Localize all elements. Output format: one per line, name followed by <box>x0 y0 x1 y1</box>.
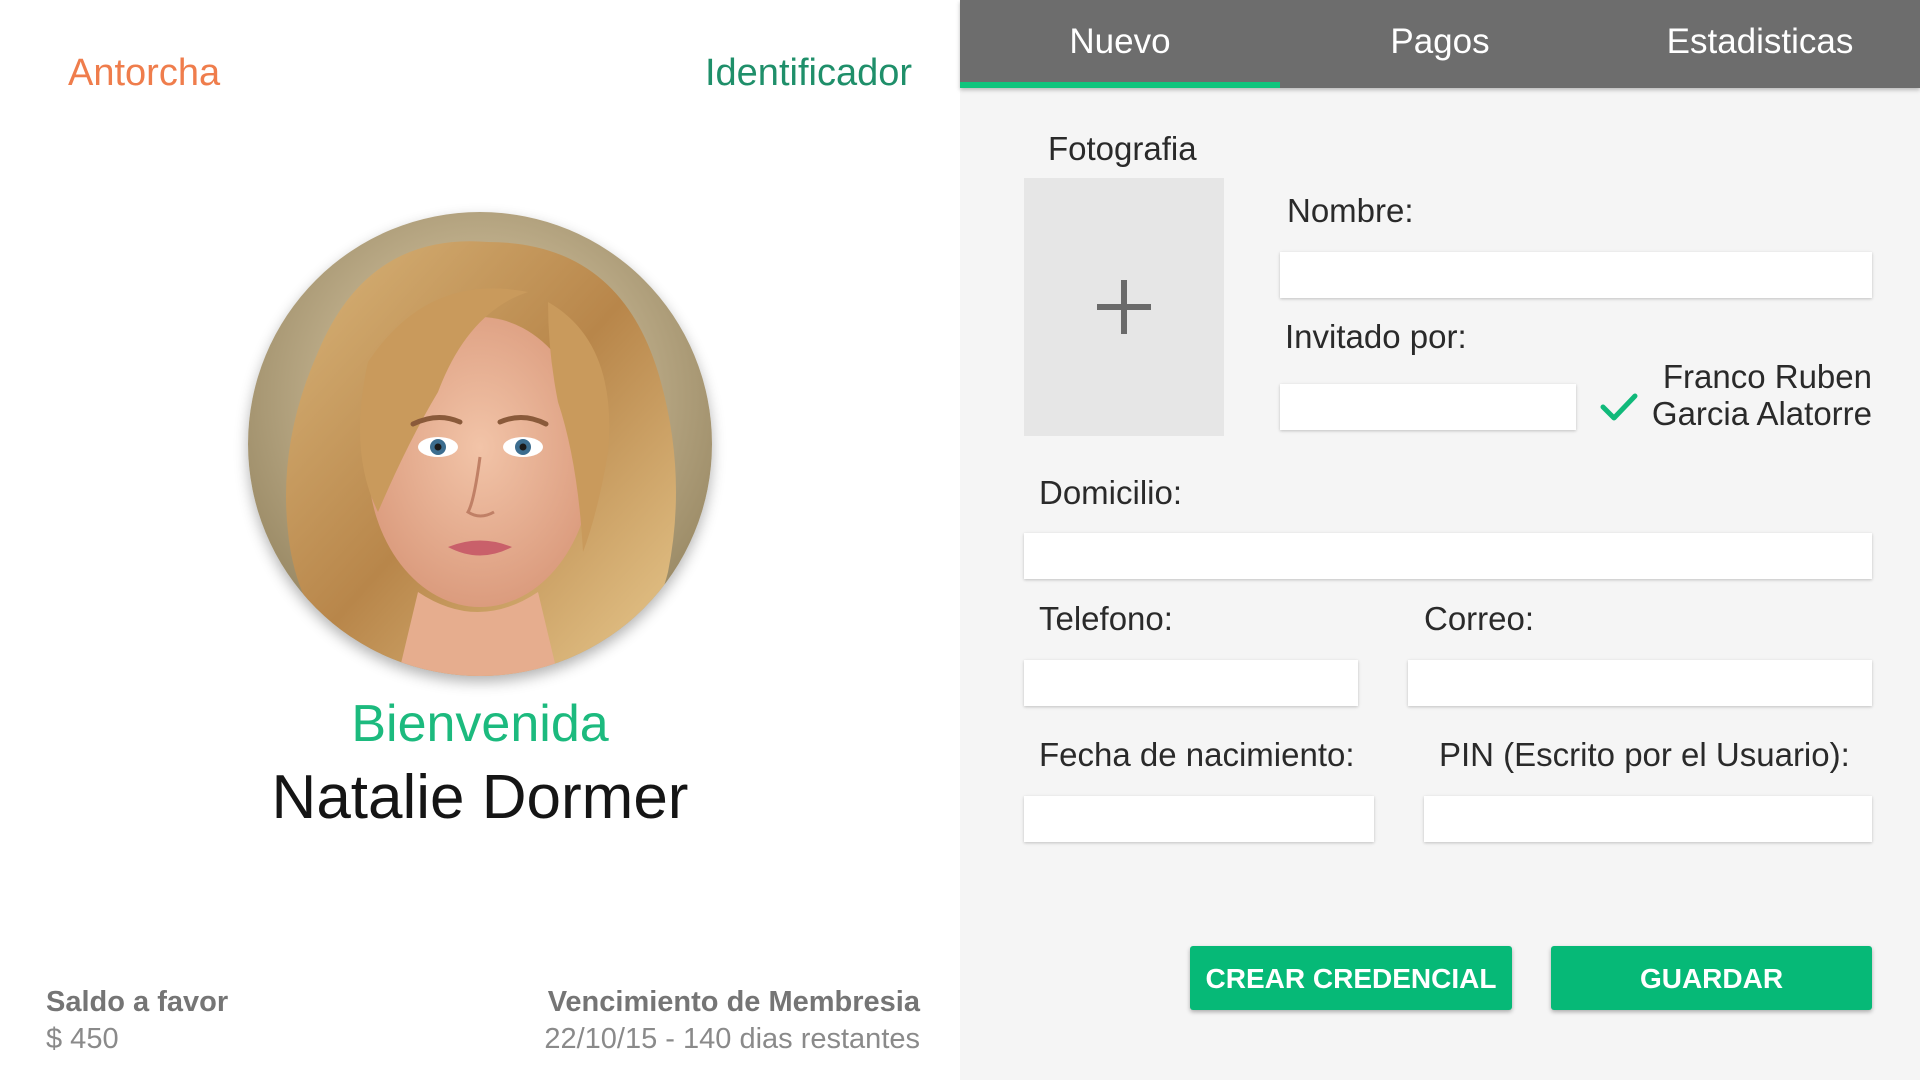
tab-bar: Nuevo Pagos Estadisticas <box>960 0 1920 88</box>
member-name: Natalie Dormer <box>271 763 689 832</box>
save-button[interactable]: GUARDAR <box>1551 946 1872 1010</box>
brand-name: Antorcha <box>68 52 221 94</box>
tab-nuevo[interactable]: Nuevo <box>960 0 1280 88</box>
pin-label: PIN (Escrito por el Usuario): <box>1439 736 1850 773</box>
birthdate-field[interactable] <box>1024 796 1374 842</box>
invited-by-field[interactable] <box>1280 384 1576 430</box>
inviter-name-line1: Franco Ruben <box>1662 358 1872 395</box>
membership-expiry-value: 22/10/15 - 140 dias restantes <box>544 1023 920 1055</box>
tab-estadisticas[interactable]: Estadisticas <box>1600 0 1920 88</box>
add-photo-button[interactable] <box>1024 178 1224 436</box>
address-label: Domicilio: <box>1039 474 1183 511</box>
photo-label: Fotografia <box>1048 130 1197 167</box>
address-field[interactable] <box>1024 533 1872 579</box>
name-label: Nombre: <box>1287 192 1414 229</box>
balance-label: Saldo a favor <box>46 986 229 1018</box>
email-field[interactable] <box>1408 660 1872 706</box>
inviter-name: Franco Ruben Garcia Alatorre <box>1652 358 1872 432</box>
membership-expiry-label: Vencimiento de Membresia <box>547 986 920 1018</box>
user-photo-icon <box>248 212 712 676</box>
birthdate-label: Fecha de nacimiento: <box>1039 736 1355 773</box>
phone-label: Telefono: <box>1039 600 1173 637</box>
create-credential-button[interactable]: CREAR CREDENCIAL <box>1190 946 1512 1010</box>
email-label: Correo: <box>1424 600 1535 637</box>
invited-by-label: Invitado por: <box>1285 318 1467 355</box>
balance-value: $ 450 <box>46 1023 119 1055</box>
pin-field[interactable] <box>1424 796 1872 842</box>
active-tab-indicator <box>960 82 1280 88</box>
name-field[interactable] <box>1280 252 1872 298</box>
inviter-name-line2: Garcia Alatorre <box>1651 395 1872 432</box>
member-panel: Antorcha Identificador Bienvenida Natali… <box>0 0 960 1080</box>
plus-icon-vertical <box>1121 280 1127 334</box>
phone-field[interactable] <box>1024 660 1358 706</box>
registration-panel: Nuevo Pagos Estadisticas Fotografia Nomb… <box>960 0 1920 1080</box>
check-icon <box>1600 393 1638 421</box>
identifier-link[interactable]: Identificador <box>705 52 912 95</box>
greeting: Bienvenida <box>351 695 609 753</box>
avatar <box>248 212 712 676</box>
tab-pagos[interactable]: Pagos <box>1280 0 1600 88</box>
